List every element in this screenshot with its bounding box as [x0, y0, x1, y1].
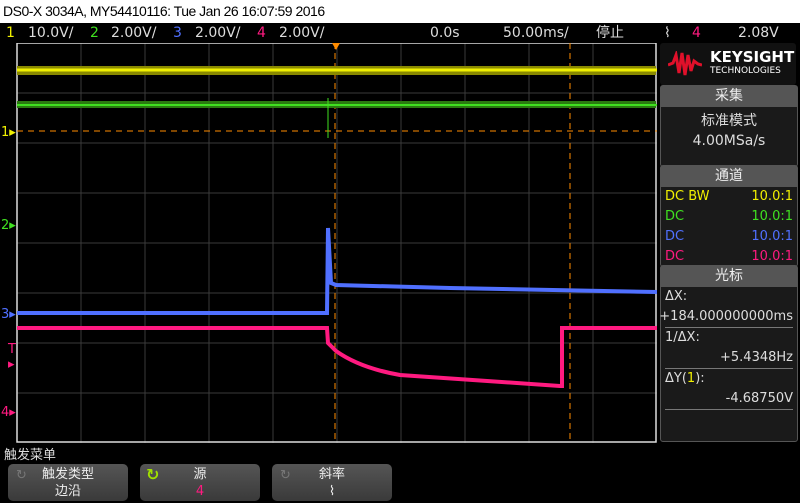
slope-softkey[interactable]: ↻ 斜率 ⌇: [272, 464, 392, 501]
trigger-position-marker: [332, 43, 340, 50]
sample-rate: 4.00MSa/s: [692, 133, 766, 149]
acquire-mode: 标准模式: [701, 113, 757, 129]
channel-row-1: DC BW 10.0:1: [665, 189, 793, 204]
ch3-ground-marker: 3▸: [1, 307, 16, 322]
cursor-panel[interactable]: 光标 ΔX: +184.000000000ms 1/ΔX: +5.4348Hz …: [659, 265, 798, 442]
trigger-level[interactable]: 2.08V: [738, 23, 779, 43]
ch2-scale[interactable]: 2.00V/: [111, 23, 156, 43]
delta-y-value: -4.68750V: [725, 391, 793, 406]
keysight-logo: KEYSIGHT TECHNOLOGIES: [660, 43, 796, 85]
ch1-scale[interactable]: 10.0V/: [28, 23, 73, 43]
waveform-display[interactable]: 1▸ 2▸ 3▸ T ▸ 4▸: [0, 43, 657, 443]
source-softkey[interactable]: ↻ 源4: [140, 464, 260, 501]
ch1-number[interactable]: 1: [6, 23, 15, 43]
ch4-number[interactable]: 4: [257, 23, 266, 43]
ch2-number[interactable]: 2: [90, 23, 99, 43]
channel-panel[interactable]: 通道 DC BW 10.0:1 DC 10.0:1 DC 10.0:1 DC 10.0:…: [660, 165, 798, 267]
delta-x-value: +184.000000000ms: [659, 309, 793, 324]
delta-y-label: ΔY(1):: [665, 371, 705, 386]
ch3-scale[interactable]: 2.00V/: [195, 23, 240, 43]
channel-row-2: DC 10.0:1: [665, 209, 793, 224]
inverse-delta-x-label: 1/ΔX:: [665, 330, 700, 345]
time-scale[interactable]: 50.00ms/: [503, 23, 569, 43]
softkey-menu: 触发菜单 ↻ 触发类型 边沿 ↻ 源4 ↻ 斜率 ⌇: [0, 443, 800, 503]
inverse-delta-x-value: +5.4348Hz: [720, 350, 793, 365]
ch4-scale[interactable]: 2.00V/: [279, 23, 324, 43]
brand-sub: TECHNOLOGIES: [710, 66, 781, 76]
ch3-number[interactable]: 3: [173, 23, 182, 43]
rotate-icon: ↻: [16, 468, 27, 483]
acquire-header: 采集: [661, 86, 797, 107]
ch1-ground-marker: 1▸: [1, 125, 16, 140]
channel-markers: 1▸ 2▸ 3▸ T ▸ 4▸: [1, 125, 16, 420]
trigger-source[interactable]: 4: [692, 23, 701, 43]
channel-row-3: DC 10.0:1: [665, 229, 793, 244]
run-state[interactable]: 停止: [596, 23, 624, 43]
time-delay[interactable]: 0.0s: [430, 23, 460, 43]
trigger-level-marker: T: [7, 342, 16, 357]
brand-name: KEYSIGHT: [710, 48, 795, 66]
menu-title: 触发菜单: [4, 448, 57, 463]
channel-header: 通道: [661, 166, 797, 187]
status-bar: 1 10.0V/ 2 2.00V/ 3 2.00V/ 4 2.00V/ 0.0s…: [0, 23, 800, 43]
side-panel: KEYSIGHT TECHNOLOGIES 采集 标准模式 4.00MSa/s …: [657, 43, 800, 442]
ch2-ground-marker: 2▸: [1, 218, 16, 233]
keysight-wave-icon: [668, 51, 702, 76]
ch4-ground-marker: 4▸: [1, 405, 16, 420]
falling-edge-icon: ⌇: [664, 25, 671, 41]
cursor-header: 光标: [661, 266, 797, 287]
entry-knob-icon: ↻: [146, 465, 160, 484]
trigger-type-softkey[interactable]: ↻ 触发类型 边沿: [8, 464, 128, 501]
channel-row-4: DC 10.0:1: [665, 249, 793, 264]
window-title: DS0-X 3034A, MY54410116: Tue Jan 26 16:0…: [0, 0, 800, 23]
trigger-arrow-icon: ▸: [8, 357, 15, 372]
delta-x-label: ΔX:: [665, 289, 688, 304]
acquire-panel[interactable]: 采集 标准模式 4.00MSa/s: [660, 85, 798, 167]
rotate-icon: ↻: [280, 468, 291, 483]
